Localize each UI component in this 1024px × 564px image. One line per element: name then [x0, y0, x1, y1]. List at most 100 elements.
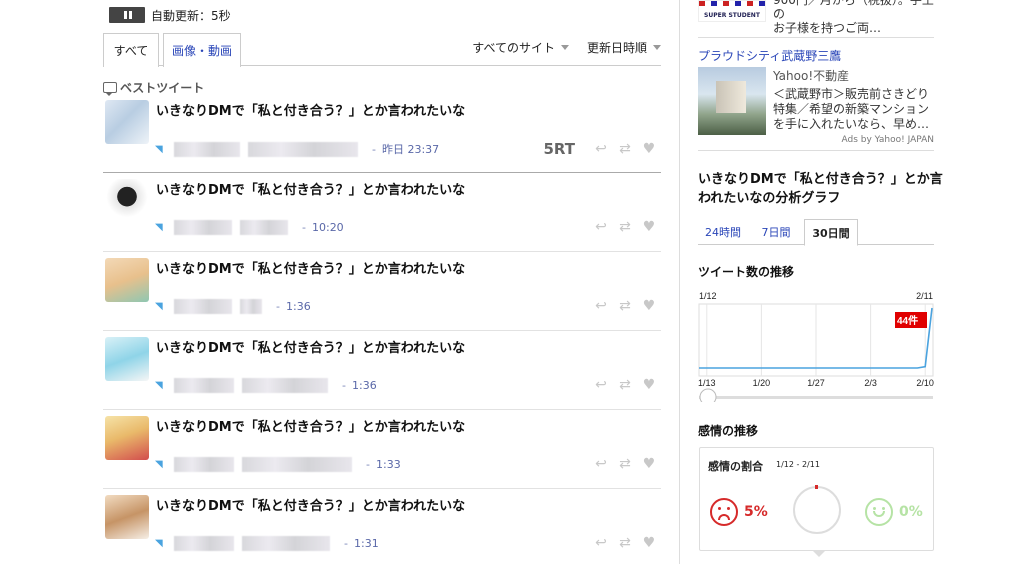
avatar[interactable] [105, 337, 149, 381]
tweet-actions: ↩ ⇄ ♥ [585, 219, 657, 235]
auto-update-row: 自動更新：5秒 [109, 6, 231, 24]
reply-icon[interactable]: ↩ [593, 456, 609, 472]
site-filter-dropdown[interactable]: すべてのサイト [472, 39, 569, 56]
separator: - [342, 379, 346, 392]
speech-bubble-icon [103, 82, 117, 96]
separator: - [302, 221, 306, 234]
ad-divider [698, 150, 934, 151]
site-filter-label: すべてのサイト [472, 41, 555, 55]
sort-label: 更新日時順 [586, 41, 647, 55]
user-name-redacted [174, 378, 234, 393]
x-tick-label: 1/20 [753, 378, 771, 388]
x-tick-label: 1/27 [807, 378, 825, 388]
ad-title-link[interactable]: プラウドシティ武蔵野三鷹 [698, 47, 841, 64]
retweet-icon[interactable]: ⇄ [617, 219, 633, 235]
avatar[interactable] [105, 258, 149, 302]
filter-bar: すべてのサイト 更新日時順 [454, 39, 661, 56]
negative-emotion: 5% [710, 498, 768, 526]
user-name-redacted [174, 299, 232, 314]
reply-icon[interactable]: ↩ [593, 535, 609, 551]
tweet-time[interactable]: 1:31 [354, 537, 379, 550]
tweet-item[interactable]: いきなりDMで「私と付き合う？」とか言われたいな ◥ - 1:31 ↩ ⇄ ♥ [103, 489, 661, 564]
like-icon[interactable]: ♥ [641, 377, 657, 393]
like-icon[interactable]: ♥ [641, 298, 657, 314]
tweet-time[interactable]: 1:36 [352, 379, 377, 392]
tab-7d[interactable]: 7日間 [756, 219, 796, 245]
tweet-item[interactable]: いきなりDMで「私と付き合う？」とか言われたいな ◥ - 1:33 ↩ ⇄ ♥ [103, 410, 661, 489]
range-slider-handle[interactable] [699, 388, 717, 402]
ad-image[interactable] [698, 67, 766, 135]
tab-30d[interactable]: 30日間 [804, 219, 858, 246]
tweet-time[interactable]: 1:36 [286, 300, 311, 313]
range-slider-track[interactable] [699, 396, 933, 399]
twitter-bird-icon: ◥ [155, 143, 163, 155]
positive-emotion: 0% [865, 498, 923, 526]
reply-icon[interactable]: ↩ [593, 219, 609, 235]
column-divider [679, 0, 680, 564]
analysis-title: いきなりDMで「私と付き合う？」とか言われたいなの分析グラフ [698, 172, 943, 206]
retweet-icon[interactable]: ⇄ [617, 141, 633, 157]
tweet-time[interactable]: 昨日 23:37 [382, 141, 439, 157]
user-name-redacted [174, 220, 232, 235]
tab-24h[interactable]: 24時間 [698, 219, 748, 245]
tweet-meta: ◥ - 1:36 [155, 378, 377, 393]
retweet-icon[interactable]: ⇄ [617, 377, 633, 393]
tweet-meta: ◥ - 昨日 23:37 [155, 141, 439, 157]
tweet-trend-title: ツイート数の推移 [698, 265, 795, 279]
timeline-column: 自動更新：5秒 すべて 画像・動画 すべてのサイト 更新日時順 ベストツイート … [103, 0, 661, 564]
tweet-time[interactable]: 1:33 [376, 458, 401, 471]
donut-negative-segment [815, 485, 818, 489]
tweet-actions: ↩ ⇄ ♥ [585, 377, 657, 393]
retweet-icon[interactable]: ⇄ [617, 535, 633, 551]
tab-bar: すべて 画像・動画 すべてのサイト 更新日時順 [103, 31, 661, 67]
avatar[interactable] [105, 100, 149, 144]
retweet-icon[interactable]: ⇄ [617, 456, 633, 472]
avatar[interactable] [105, 416, 149, 460]
sidebar: SUPER STUDENT 900円／月から（税抜）。手土の お子様を持つご両…… [698, 0, 943, 564]
ads-by-label[interactable]: Ads by Yahoo! JAPAN [841, 135, 934, 145]
ad-body-text[interactable]: ＜武蔵野市＞販売前さきどり特集／希望の新築マンションを手に入れたいなら、早め… [773, 87, 933, 132]
like-icon[interactable]: ♥ [641, 219, 657, 235]
user-handle-redacted [242, 536, 330, 551]
user-name-redacted [174, 536, 234, 551]
avatar[interactable] [105, 179, 149, 223]
retweet-icon[interactable]: ⇄ [617, 298, 633, 314]
tab-all[interactable]: すべて [103, 33, 159, 67]
tweet-item[interactable]: いきなりDMで「私と付き合う？」とか言われたいな ◥ - 10:20 ↩ ⇄ ♥ [103, 173, 661, 252]
ad-top-line-2: お子様を持つご両… [773, 21, 882, 35]
x-tick-labels: 1/13 1/20 1/27 2/3 2/10 [698, 378, 934, 388]
tweet-text: いきなりDMで「私と付き合う？」とか言われたいな [156, 420, 466, 435]
user-handle-redacted [242, 457, 352, 472]
ad-top-image[interactable]: SUPER STUDENT [698, 0, 766, 22]
reply-icon[interactable]: ↩ [593, 377, 609, 393]
ad-top[interactable]: SUPER STUDENT 900円／月から（税抜）。手土の お子様を持つご両… [698, 0, 934, 38]
reply-icon[interactable]: ↩ [593, 298, 609, 314]
tweet-text: いきなりDMで「私と付き合う？」とか言われたいな [156, 262, 466, 277]
emotion-ratio-box: 感情の割合 1/12 - 2/11 5% 0% [699, 447, 934, 551]
avatar[interactable] [105, 495, 149, 539]
tweet-time[interactable]: 10:20 [312, 221, 344, 234]
ad-top-line-1: 900円／月から（税抜）。手土の [773, 0, 934, 21]
like-icon[interactable]: ♥ [641, 141, 657, 157]
chevron-down-icon [560, 45, 569, 50]
negative-percent: 5% [744, 504, 768, 520]
tweet-actions: ↩ ⇄ ♥ [585, 298, 657, 314]
tweet-text: いきなりDMで「私と付き合う？」とか言われたいな [156, 183, 466, 198]
tweet-item[interactable]: いきなりDMで「私と付き合う？」とか言われたいな ◥ - 1:36 ↩ ⇄ ♥ [103, 252, 661, 331]
like-icon[interactable]: ♥ [641, 456, 657, 472]
user-handle-redacted [240, 220, 288, 235]
sort-dropdown[interactable]: 更新日時順 [587, 39, 661, 56]
emotion-range: 1/12 - 2/11 [776, 460, 820, 469]
tweet-item[interactable]: いきなりDMで「私と付き合う？」とか言われたいな ◥ - 昨日 23:37 5R… [103, 94, 661, 173]
like-icon[interactable]: ♥ [641, 535, 657, 551]
tweet-item[interactable]: いきなりDMで「私と付き合う？」とか言われたいな ◥ - 1:36 ↩ ⇄ ♥ [103, 331, 661, 410]
reply-icon[interactable]: ↩ [593, 141, 609, 157]
tweet-text: いきなりDMで「私と付き合う？」とか言われたいな [156, 341, 466, 356]
user-handle-redacted [248, 141, 358, 157]
tweet-trend-chart: 1/12 2/11 1/13 1/20 1/27 2/3 2/10 44件 [698, 292, 934, 402]
separator: - [366, 458, 370, 471]
emotion-trend-title: 感情の推移 [698, 424, 759, 438]
tab-media[interactable]: 画像・動画 [163, 33, 241, 67]
x-start-label: 1/12 [699, 292, 717, 301]
pause-button[interactable] [109, 7, 145, 23]
